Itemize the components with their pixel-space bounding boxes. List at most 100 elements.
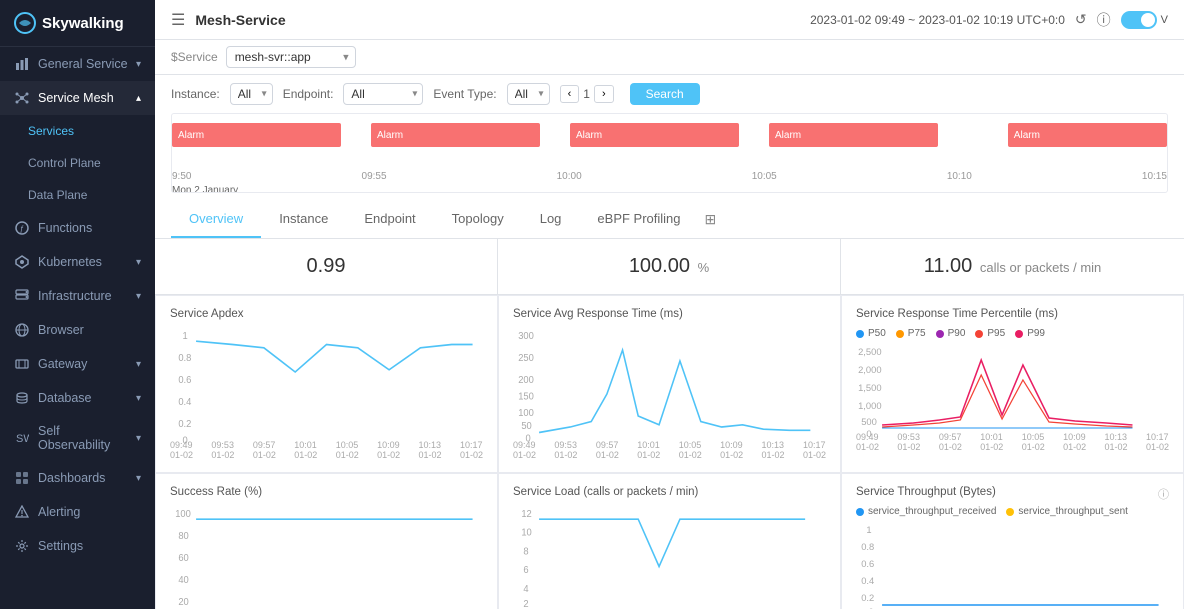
- stat-apdex-value: 0.99: [307, 255, 346, 277]
- info-icon[interactable]: ⓘ: [1097, 10, 1111, 30]
- browser-icon: [14, 322, 30, 338]
- alarm-5-label: Alarm: [1014, 130, 1040, 141]
- svg-text:80: 80: [178, 531, 188, 542]
- sidebar-item-browser[interactable]: Browser: [0, 313, 155, 347]
- alarm-1-label: Alarm: [178, 130, 204, 141]
- alarm-3: Alarm: [570, 123, 739, 147]
- legend-p75-dot: [896, 330, 904, 338]
- k8s-icon: [14, 254, 30, 270]
- stat-success-unit: %: [698, 260, 710, 275]
- time-3: 10:00: [557, 171, 582, 182]
- menu-icon[interactable]: ☰: [171, 10, 185, 30]
- tab-endpoint[interactable]: Endpoint: [346, 201, 433, 238]
- avg-response-xaxis: 09:4901-0209:5301-0209:5701-0210:0101-02…: [513, 440, 826, 460]
- tab-overview[interactable]: Overview: [171, 201, 261, 238]
- sidebar-item-database[interactable]: Database ▾: [0, 381, 155, 415]
- svg-text:500: 500: [861, 417, 877, 427]
- endpoint-select-wrap: All: [343, 83, 423, 105]
- svg-text:100: 100: [175, 509, 191, 520]
- sidebar-item-dashboards[interactable]: Dashboards ▾: [0, 461, 155, 495]
- svg-text:12: 12: [521, 509, 531, 520]
- time-range: 2023-01-02 09:49 ~ 2023-01-02 10:19 UTC+…: [810, 13, 1065, 27]
- charts-grid-row2: Success Rate (%) 100 80 60 40 20 0 09:49…: [155, 473, 1184, 609]
- chevron-down-icon-obs: ▾: [136, 433, 141, 444]
- svg-text:40: 40: [178, 575, 188, 586]
- sidebar-item-kubernetes-label: Kubernetes: [38, 255, 102, 269]
- timeline-date: Mon 2 January: [172, 185, 1167, 193]
- settings-icon: [14, 538, 30, 554]
- chevron-down-icon-dash: ▾: [136, 473, 141, 484]
- instance-label: Instance:: [171, 87, 220, 101]
- legend-sent: service_throughput_sent: [1006, 506, 1128, 517]
- sidebar-item-control-plane[interactable]: Control Plane: [0, 147, 155, 179]
- search-button[interactable]: Search: [630, 83, 700, 105]
- tab-instance[interactable]: Instance: [261, 201, 346, 238]
- svg-text:8: 8: [523, 546, 528, 557]
- instance-select[interactable]: All: [230, 83, 273, 105]
- svg-text:200: 200: [518, 375, 534, 386]
- legend-sent-dot: [1006, 508, 1014, 516]
- sidebar-item-infrastructure[interactable]: Infrastructure ▾: [0, 279, 155, 313]
- logo: Skywalking: [0, 0, 155, 47]
- sidebar-item-service-mesh[interactable]: Service Mesh ▴: [0, 81, 155, 115]
- chart-service-apdex: Service Apdex 1 0.8 0.6 0.4 0.2 0 09:490…: [155, 295, 498, 473]
- timeline-times: 9:50 09:55 10:00 10:05 10:10 10:15: [172, 169, 1167, 184]
- time-4: 10:05: [752, 171, 777, 182]
- sidebar-item-self-observability-label: Self Observability: [38, 424, 128, 452]
- time-6: 10:15: [1142, 171, 1167, 182]
- svg-text:20: 20: [178, 597, 188, 608]
- tab-log[interactable]: Log: [522, 201, 580, 238]
- apdex-xaxis: 09:4901-0209:5301-0209:5701-0210:0101-02…: [170, 440, 483, 460]
- refresh-icon[interactable]: ↺: [1075, 11, 1087, 28]
- tab-topology[interactable]: Topology: [434, 201, 522, 238]
- sidebar-item-settings-label: Settings: [38, 539, 83, 553]
- stats-row: 0.99 100.00 % 11.00 calls or packets / m…: [155, 239, 1184, 295]
- tabs-bar: Overview Instance Endpoint Topology Log …: [155, 201, 1184, 239]
- logo-icon: [14, 12, 36, 34]
- sidebar-item-data-plane[interactable]: Data Plane: [0, 179, 155, 211]
- legend-p90: P90: [936, 328, 966, 339]
- chart-service-throughput-area: 1 0.8 0.6 0.4 0.2 0: [856, 523, 1169, 608]
- timeline-area: Instance: All Endpoint: All Event Type: …: [155, 75, 1184, 201]
- chart-response-percentile-area: 2,500 2,000 1,500 1,000 500 0: [856, 345, 1169, 430]
- legend-received-label: service_throughput_received: [868, 506, 996, 517]
- sidebar-item-self-observability[interactable]: SW Self Observability ▾: [0, 415, 155, 461]
- apdex-svg: 1 0.8 0.6 0.4 0.2 0: [170, 328, 483, 438]
- svg-text:150: 150: [518, 391, 534, 402]
- toggle-switch[interactable]: [1121, 11, 1157, 29]
- chart-service-apdex-title: Service Apdex: [170, 308, 483, 320]
- chart-avg-response: Service Avg Response Time (ms) 300 250 2…: [498, 295, 841, 473]
- alarm-1: Alarm: [172, 123, 341, 147]
- throughput-info-icon[interactable]: ⓘ: [1158, 486, 1169, 502]
- svg-text:10: 10: [521, 527, 531, 538]
- service-bar: $Service mesh-svr::app: [155, 40, 1184, 75]
- svg-text:4: 4: [523, 584, 529, 595]
- sidebar-item-alerting[interactable]: Alerting: [0, 495, 155, 529]
- profiling-icon[interactable]: ⊞: [699, 201, 723, 238]
- percentile-xaxis: 09:4901-0209:5301-0209:5701-0210:0101-02…: [856, 432, 1169, 452]
- sidebar-item-functions[interactable]: ƒ Functions: [0, 211, 155, 245]
- sidebar-item-kubernetes[interactable]: Kubernetes ▾: [0, 245, 155, 279]
- sidebar-item-general-service[interactable]: General Service ▾: [0, 47, 155, 81]
- next-page-btn[interactable]: ›: [594, 85, 614, 103]
- legend-received-dot: [856, 508, 864, 516]
- tab-ebpf[interactable]: eBPF Profiling: [579, 201, 698, 238]
- func-icon: ƒ: [14, 220, 30, 236]
- endpoint-select[interactable]: All: [343, 83, 423, 105]
- main-content: ☰ Mesh-Service 2023-01-02 09:49 ~ 2023-0…: [155, 0, 1184, 609]
- pagination: ‹ 1 ›: [560, 85, 614, 103]
- chart-response-percentile: Service Response Time Percentile (ms) P5…: [841, 295, 1184, 473]
- event-type-select[interactable]: All: [507, 83, 550, 105]
- db-icon: [14, 390, 30, 406]
- chart-service-apdex-area: 1 0.8 0.6 0.4 0.2 0: [170, 328, 483, 438]
- service-select[interactable]: mesh-svr::app: [226, 46, 356, 68]
- sidebar-item-gateway[interactable]: Gateway ▾: [0, 347, 155, 381]
- sidebar-item-settings[interactable]: Settings: [0, 529, 155, 563]
- prev-page-btn[interactable]: ‹: [560, 85, 580, 103]
- chevron-up-icon: ▴: [136, 93, 141, 104]
- sidebar-item-alerting-label: Alerting: [38, 505, 80, 519]
- obs-icon: SW: [14, 430, 30, 446]
- chart-service-load-title: Service Load (calls or packets / min): [513, 486, 826, 498]
- chevron-down-icon-infra: ▾: [136, 291, 141, 302]
- sidebar-item-services[interactable]: Services: [0, 115, 155, 147]
